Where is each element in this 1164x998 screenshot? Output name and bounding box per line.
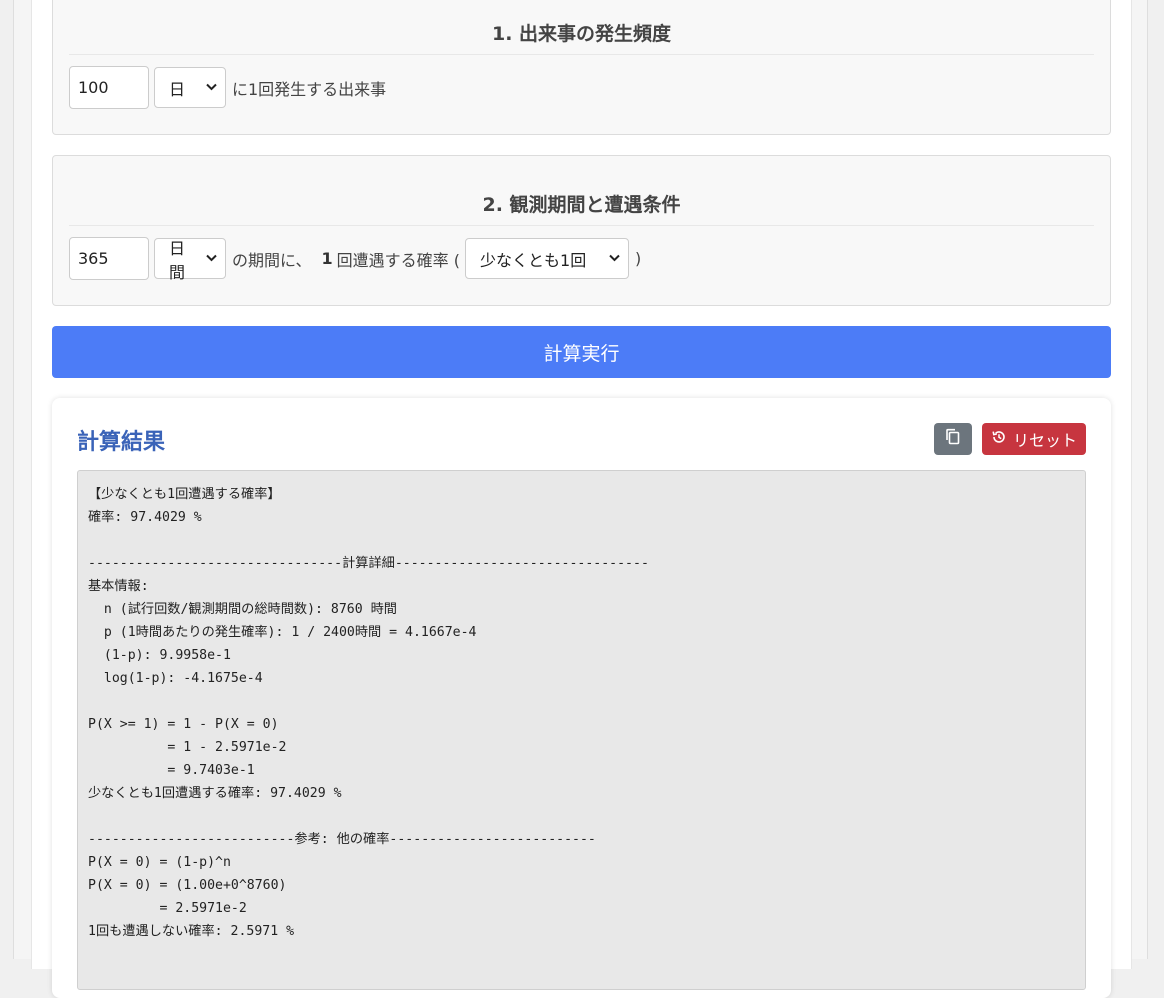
- result-title: 計算結果: [77, 430, 166, 455]
- observation-section: 2. 観測期間と遭遇条件 365 日間 の期間に、 1 回遭遇する確率 ( 少な…: [52, 155, 1111, 306]
- period-unit-value: 日間: [169, 238, 186, 282]
- result-output-text: 【少なくとも1回遭遇する確率】 確率: 97.4029 % ----------…: [88, 487, 649, 939]
- frequency-unit-select[interactable]: 日: [154, 67, 226, 108]
- calculate-button[interactable]: 計算実行: [52, 326, 1111, 378]
- frequency-section: 1. 出来事の発生頻度 100 日 に1回発生する出来事: [52, 0, 1111, 135]
- chevron-down-icon: [609, 252, 620, 265]
- copy-icon: [945, 428, 961, 450]
- page-background: 1. 出来事の発生頻度 100 日 に1回発生する出来事 2. 観測期間と遭遇条…: [13, 0, 1148, 998]
- observation-row: 365 日間 の期間に、 1 回遭遇する確率 ( 少なくとも1回 ): [69, 237, 642, 282]
- frequency-unit-value: 日: [169, 79, 186, 99]
- condition-select[interactable]: 少なくとも1回: [465, 238, 630, 279]
- main-container: 1. 出来事の発生頻度 100 日 に1回発生する出来事 2. 観測期間と遭遇条…: [31, 0, 1132, 998]
- period-value-input[interactable]: 365: [69, 237, 149, 280]
- encounter-count-label: 1: [321, 249, 333, 268]
- chevron-down-icon: [206, 252, 217, 265]
- frequency-suffix-label: に1回発生する出来事: [232, 79, 387, 99]
- reset-button[interactable]: リセット: [982, 423, 1086, 455]
- result-card: 計算結果 リセット 【少なくとも1回遭遇する確率】 確率: 97.4029 % …: [52, 398, 1111, 998]
- condition-select-value: 少なくとも1回: [480, 250, 587, 270]
- period-text-label: の期間に、: [232, 250, 312, 270]
- history-icon: [991, 429, 1007, 449]
- result-output-textarea[interactable]: 【少なくとも1回遭遇する確率】 確率: 97.4029 % ----------…: [77, 470, 1086, 990]
- chevron-down-icon: [206, 81, 217, 94]
- frequency-value-input[interactable]: 100: [69, 66, 149, 109]
- reset-button-label: リセット: [1012, 431, 1077, 450]
- period-unit-select[interactable]: 日間: [154, 238, 226, 282]
- frequency-section-title: 1. 出来事の発生頻度: [69, 19, 1094, 55]
- observation-section-title: 2. 観測期間と遭遇条件: [69, 190, 1094, 226]
- closing-paren-label: ): [635, 249, 642, 268]
- copy-button[interactable]: [934, 423, 972, 455]
- probability-text-label: 回遭遇する確率 (: [336, 250, 461, 270]
- frequency-row: 100 日 に1回発生する出来事: [69, 66, 386, 109]
